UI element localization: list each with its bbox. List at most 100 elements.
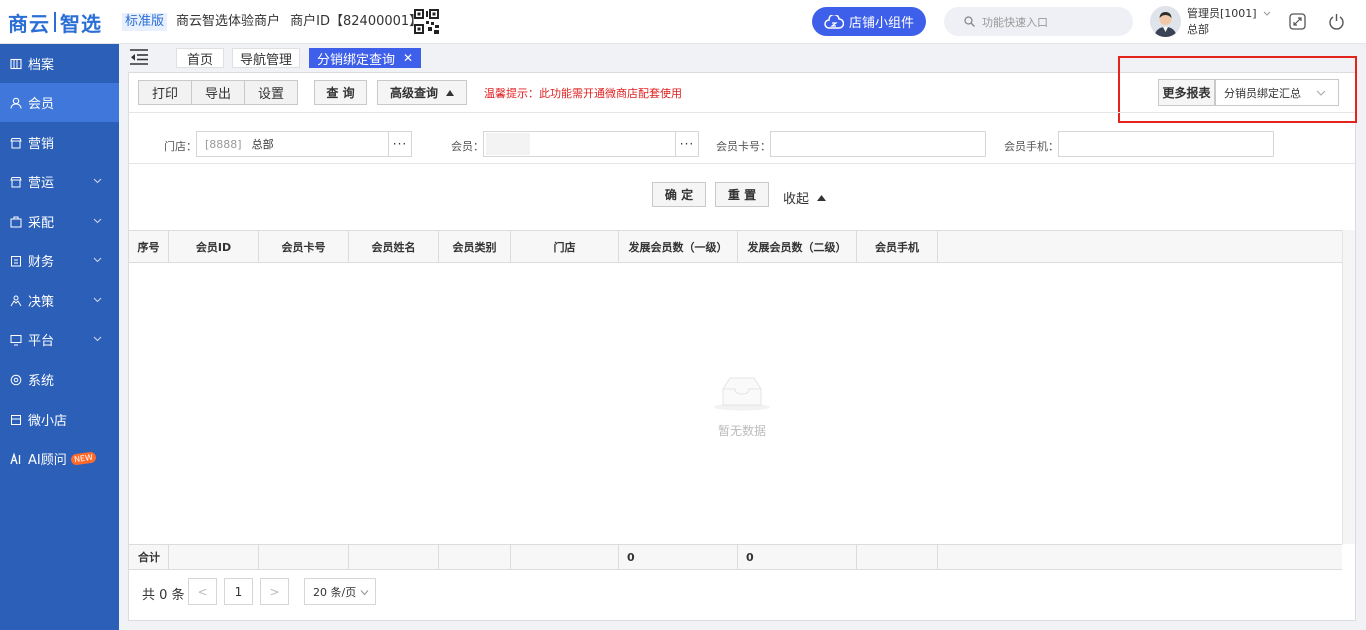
footer-cell bbox=[511, 545, 619, 569]
ai-icon bbox=[10, 452, 21, 464]
sidebar-item-member[interactable]: 会员 bbox=[0, 83, 119, 122]
menu-collapse-icon[interactable] bbox=[129, 48, 149, 66]
column-header[interactable]: 会员类别 bbox=[439, 231, 511, 262]
member-picker-button[interactable]: ··· bbox=[675, 132, 698, 156]
sidebar-item-finance[interactable]: 财务 bbox=[0, 241, 119, 280]
close-icon[interactable]: ✕ bbox=[403, 51, 413, 65]
system-icon bbox=[10, 374, 22, 385]
power-icon[interactable] bbox=[1328, 13, 1345, 30]
store-widget-label: 店铺小组件 bbox=[848, 16, 914, 31]
prev-page-button[interactable]: < bbox=[188, 578, 217, 605]
chevron-down-icon bbox=[93, 218, 102, 224]
phone-label: 会员手机： bbox=[1004, 140, 1059, 153]
warning-tip: 温馨提示：此功能需开通微商店配套使用 bbox=[484, 87, 682, 100]
store-code: [8888] bbox=[205, 137, 242, 151]
vertical-scrollbar[interactable] bbox=[1342, 230, 1355, 544]
merchant-name: 商云智选体验商户 bbox=[176, 14, 281, 29]
sidebar-item-procurement[interactable]: 采配 bbox=[0, 202, 119, 241]
logo-text-left: 商云 bbox=[8, 11, 50, 36]
caret-up-icon bbox=[817, 194, 827, 201]
search-placeholder: 功能快速入口 bbox=[982, 15, 1048, 29]
shop-icon bbox=[10, 176, 22, 187]
sidebar-item-platform[interactable]: 平台 bbox=[0, 320, 119, 359]
chevron-down-icon bbox=[1263, 11, 1271, 16]
decision-icon bbox=[10, 295, 22, 306]
logo-text-right: 智选 bbox=[60, 11, 102, 36]
toolbar-button-group: 打印 导出 设置 bbox=[138, 80, 299, 105]
total-level2: 0 bbox=[738, 545, 857, 569]
card-label: 会员卡号： bbox=[716, 140, 771, 153]
sidebar-item-archive[interactable]: 档案 bbox=[0, 44, 119, 83]
advanced-query-button[interactable]: 高级查询 bbox=[377, 80, 467, 105]
page-size-select[interactable]: 20 条/页 bbox=[304, 578, 376, 605]
column-header[interactable]: 会员手机 bbox=[857, 231, 938, 262]
column-header[interactable]: 会员ID bbox=[169, 231, 259, 262]
empty-state-text: 暂无数据 bbox=[717, 424, 766, 438]
brand-logo[interactable]: 商云 智选 bbox=[8, 8, 102, 36]
member-field-fill bbox=[486, 133, 530, 155]
column-header[interactable]: 序号 bbox=[129, 231, 169, 262]
collapse-toggle[interactable]: 收起 bbox=[783, 188, 827, 207]
user-name[interactable]: 管理员[1001] bbox=[1187, 7, 1271, 21]
new-badge: NEW bbox=[70, 451, 97, 466]
user-icon bbox=[10, 97, 22, 109]
top-header: 商云 智选 标准版 商云智选体验商户 商户ID【82400001】 店铺小组件 … bbox=[0, 0, 1366, 44]
column-header[interactable]: 发展会员数（二级） bbox=[738, 231, 857, 262]
member-label: 会员： bbox=[451, 140, 484, 153]
store-picker-button[interactable]: ··· bbox=[388, 132, 411, 156]
member-field[interactable]: ··· bbox=[483, 131, 699, 157]
chevron-down-icon bbox=[93, 178, 102, 184]
footer-cell bbox=[857, 545, 938, 569]
next-page-button[interactable]: > bbox=[260, 578, 289, 605]
chevron-down-icon bbox=[93, 257, 102, 263]
confirm-button[interactable]: 确 定 bbox=[652, 182, 706, 207]
store-widget-button[interactable]: 店铺小组件 bbox=[812, 7, 926, 36]
sidebar: 档案 会员 营销 营运 采配 财务 决策 平台 系统 微小店 AI顾问 NEW bbox=[0, 44, 119, 630]
box-icon bbox=[10, 216, 22, 227]
store-field[interactable]: [8888] 总部 ··· bbox=[196, 131, 412, 157]
sidebar-item-mini-store[interactable]: 微小店 bbox=[0, 400, 119, 439]
total-count: 共 0 条 bbox=[142, 588, 185, 603]
total-level1: 0 bbox=[619, 545, 738, 569]
store-icon bbox=[11, 414, 21, 425]
column-header[interactable]: 会员卡号 bbox=[259, 231, 349, 262]
toolbar-divider bbox=[129, 112, 1355, 113]
more-reports-label: 更多报表 bbox=[1158, 79, 1215, 106]
cloud-icon bbox=[824, 14, 844, 29]
settings-button[interactable]: 设置 bbox=[245, 81, 298, 104]
sidebar-item-system[interactable]: 系统 bbox=[0, 360, 119, 399]
quick-search-input[interactable]: 功能快速入口 bbox=[944, 7, 1133, 36]
monitor-icon bbox=[10, 334, 22, 345]
column-header[interactable]: 门店 bbox=[511, 231, 619, 262]
more-reports-select[interactable]: 分销员绑定汇总 bbox=[1215, 79, 1339, 106]
sidebar-item-operations[interactable]: 营运 bbox=[0, 162, 119, 201]
fullscreen-icon[interactable] bbox=[1289, 13, 1306, 30]
qr-code-icon[interactable] bbox=[414, 9, 439, 34]
merchant-info: 商云智选体验商户 商户ID【82400001】 bbox=[176, 13, 422, 31]
search-icon bbox=[964, 16, 975, 27]
reset-button[interactable]: 重 置 bbox=[715, 182, 769, 207]
current-page[interactable]: 1 bbox=[224, 578, 253, 605]
column-header[interactable]: 发展会员数（一级） bbox=[619, 231, 738, 262]
table-body: 暂无数据 bbox=[129, 263, 1342, 544]
print-button[interactable]: 打印 bbox=[139, 81, 193, 104]
member-phone-input[interactable] bbox=[1058, 131, 1274, 157]
avatar[interactable] bbox=[1150, 6, 1181, 37]
store-label: 门店： bbox=[164, 140, 197, 153]
column-header[interactable]: 会员姓名 bbox=[349, 231, 439, 262]
footer-cell bbox=[259, 545, 349, 569]
tab-nav-management[interactable]: 导航管理 bbox=[232, 48, 300, 68]
caret-up-icon bbox=[446, 89, 454, 96]
sidebar-item-marketing[interactable]: 营销 bbox=[0, 123, 119, 162]
sidebar-item-decision[interactable]: 决策 bbox=[0, 281, 119, 320]
total-label: 合计 bbox=[129, 545, 169, 569]
footer-cell bbox=[439, 545, 511, 569]
finance-icon bbox=[11, 255, 21, 266]
tab-distribution-binding-query[interactable]: 分销绑定查询 ✕ bbox=[309, 48, 421, 68]
member-card-input[interactable] bbox=[770, 131, 986, 157]
chevron-down-icon bbox=[93, 336, 102, 342]
sidebar-item-ai-advisor[interactable]: AI顾问 NEW bbox=[0, 439, 119, 478]
tab-home[interactable]: 首页 bbox=[176, 48, 224, 68]
query-button[interactable]: 查 询 bbox=[314, 80, 367, 105]
export-button[interactable]: 导出 bbox=[192, 81, 246, 104]
